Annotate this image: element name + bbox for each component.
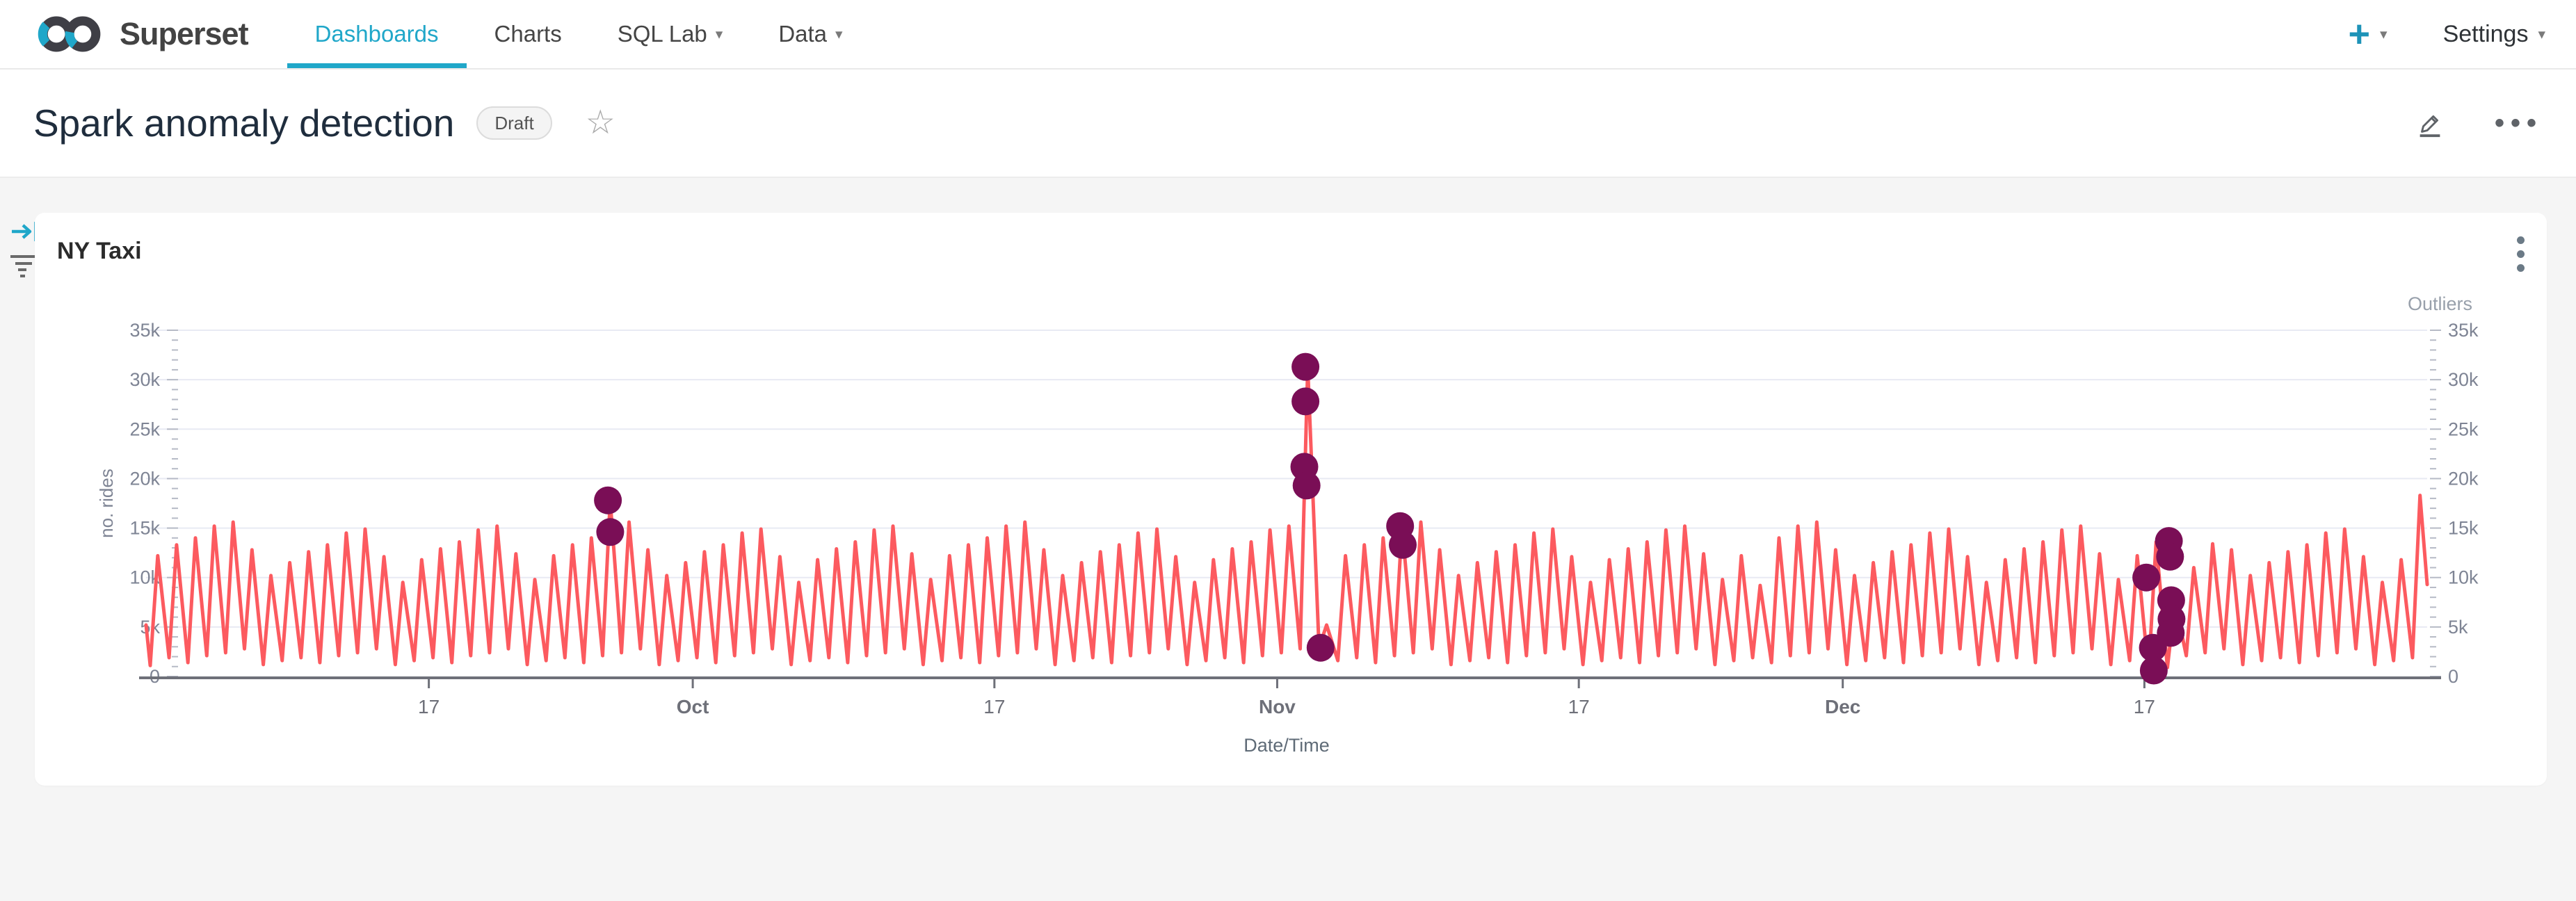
more-actions-icon[interactable]: •••	[2495, 109, 2543, 137]
nav-item-charts[interactable]: Charts	[467, 0, 590, 68]
dashboard-content: NY Taxi 005k5k10k10k15k15k20k20k25k25k30…	[0, 178, 2576, 901]
plus-icon: +	[2349, 15, 2371, 53]
svg-text:Outliers: Outliers	[2408, 293, 2472, 314]
caret-down-icon: ▾	[835, 27, 843, 42]
chart-card: NY Taxi 005k5k10k10k15k15k20k20k25k25k30…	[35, 213, 2547, 786]
svg-text:35k: 35k	[129, 320, 160, 341]
nav-item-data[interactable]: Data ▾	[750, 0, 870, 68]
svg-text:17: 17	[983, 696, 1005, 717]
caret-down-icon: ▾	[716, 27, 723, 42]
pencil-icon	[2414, 107, 2446, 139]
svg-text:20k: 20k	[129, 468, 160, 489]
svg-text:17: 17	[2134, 696, 2155, 717]
caret-down-icon: ▾	[2380, 27, 2388, 42]
svg-text:30k: 30k	[129, 369, 160, 390]
svg-text:17: 17	[418, 696, 440, 717]
new-item-button[interactable]: + ▾	[2349, 15, 2388, 53]
nav-item-sql-lab[interactable]: SQL Lab ▾	[590, 0, 751, 68]
svg-text:Date/Time: Date/Time	[1243, 735, 1330, 756]
svg-text:Oct: Oct	[677, 696, 709, 717]
svg-text:0: 0	[2448, 666, 2458, 687]
svg-text:30k: 30k	[2448, 369, 2479, 390]
svg-text:10k: 10k	[2448, 567, 2479, 588]
favorite-star-icon[interactable]: ☆	[586, 106, 615, 140]
nav-item-dashboards[interactable]: Dashboards	[287, 0, 467, 68]
page-title: Spark anomaly detection	[33, 101, 454, 145]
svg-text:Dec: Dec	[1825, 696, 1860, 717]
superset-logo[interactable]: Superset	[31, 0, 248, 68]
status-badge: Draft	[476, 106, 552, 140]
svg-text:5k: 5k	[140, 617, 160, 638]
svg-text:17: 17	[1568, 696, 1590, 717]
main-nav: Dashboards Charts SQL Lab ▾ Data ▾	[287, 0, 871, 68]
caret-down-icon: ▾	[2538, 27, 2545, 42]
svg-text:25k: 25k	[129, 419, 160, 439]
settings-menu[interactable]: Settings ▾	[2443, 21, 2545, 48]
dashboard-header: Spark anomaly detection Draft ☆ •••	[0, 70, 2576, 178]
edit-dashboard-button[interactable]	[2414, 107, 2446, 139]
svg-text:5k: 5k	[2448, 617, 2468, 638]
nav-item-label: Data	[778, 21, 827, 47]
dashboard-actions: •••	[2414, 107, 2543, 139]
nav-item-label: Charts	[494, 21, 562, 47]
svg-text:15k: 15k	[129, 518, 160, 539]
navbar: Superset Dashboards Charts SQL Lab ▾ Dat…	[0, 0, 2576, 70]
svg-text:no. rides: no. rides	[96, 469, 117, 538]
svg-text:20k: 20k	[2448, 468, 2479, 489]
navbar-right: + ▾ Settings ▾	[2349, 0, 2546, 68]
logo-wordmark: Superset	[120, 16, 248, 52]
svg-text:15k: 15k	[2448, 518, 2479, 539]
nav-item-label: SQL Lab	[618, 21, 707, 47]
nytaxi-timeseries-chart: 005k5k10k10k15k15k20k20k25k25k30k30k35k3…	[35, 213, 2547, 786]
superset-infinity-icon	[31, 12, 108, 56]
svg-text:Nov: Nov	[1259, 696, 1296, 717]
nav-item-label: Dashboards	[315, 21, 439, 47]
svg-text:35k: 35k	[2448, 320, 2479, 341]
settings-label: Settings	[2443, 21, 2529, 48]
svg-text:25k: 25k	[2448, 419, 2479, 439]
